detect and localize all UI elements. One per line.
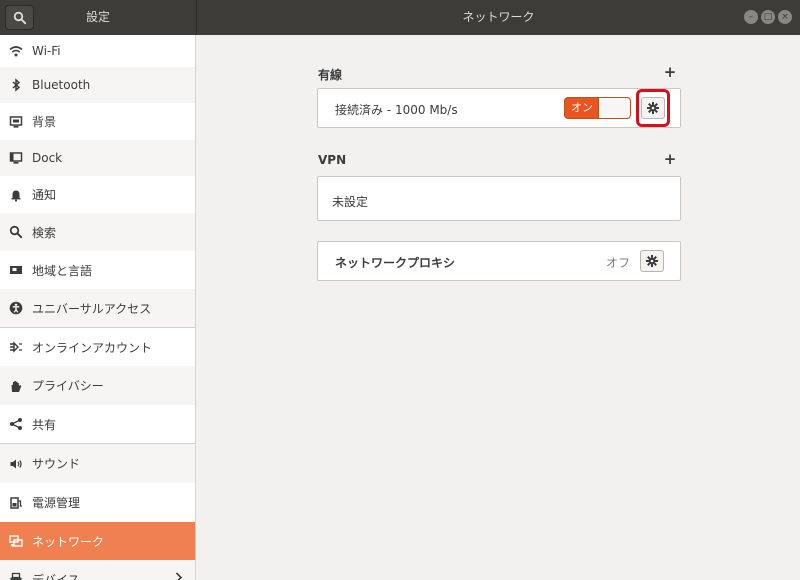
add-vpn-button[interactable]: + (662, 150, 678, 168)
maximize-icon[interactable]: □ (761, 10, 775, 24)
sidebar: Wi-Fi Bluetooth 背景 Dock 通知 検索 地域と言語 ユニバー… (0, 35, 196, 580)
vpn-status: 未設定 (332, 195, 369, 209)
sidebar-item-notifications[interactable]: 通知 (0, 176, 195, 213)
sidebar-item-label: Bluetooth (32, 78, 91, 92)
wired-status: 接続済み - 1000 Mb/s (335, 103, 458, 117)
sidebar-item-network[interactable]: ネットワーク (0, 522, 195, 560)
proxy-title: ネットワークプロキシ (335, 256, 456, 270)
sidebar-item-label: デバイス (32, 572, 80, 580)
sidebar-item-label: オンラインアカウント (32, 340, 153, 355)
sidebar-item-dock[interactable]: Dock (0, 140, 195, 176)
wired-panel: 接続済み - 1000 Mb/s オン (317, 88, 681, 128)
add-wired-button[interactable]: + (662, 63, 678, 81)
sidebar-item-wifi[interactable]: Wi-Fi (0, 35, 195, 67)
sidebar-item-region[interactable]: 地域と言語 (0, 251, 195, 289)
highlight-marker (636, 89, 670, 127)
search-button[interactable] (5, 5, 34, 30)
switch-knob (598, 98, 630, 118)
sidebar-item-label: Dock (32, 151, 63, 165)
proxy-status: オフ (606, 256, 631, 270)
sidebar-item-label: 背景 (32, 115, 57, 129)
bell-icon (9, 188, 23, 202)
settings-title: 設定 (85, 10, 110, 24)
share-icon (9, 417, 23, 431)
vpn-panel: 未設定 (317, 176, 681, 221)
speaker-icon (9, 457, 23, 471)
plus-icon: + (663, 150, 677, 168)
sidebar-item-label: 電源管理 (32, 496, 81, 510)
main-content: 有線 + 接続済み - 1000 Mb/s オン VPN + 未設定 ネットワー… (197, 35, 800, 580)
dock-icon (9, 151, 23, 165)
sidebar-item-sharing[interactable]: 共有 (0, 405, 195, 443)
online-accounts-icon (9, 340, 23, 354)
sidebar-item-privacy[interactable]: プライバシー (0, 366, 195, 405)
proxy-panel[interactable]: ネットワークプロキシ オフ (317, 241, 681, 281)
sidebar-item-label: 共有 (32, 417, 57, 432)
printer-icon (9, 572, 23, 580)
search-icon (9, 225, 23, 239)
power-icon (9, 496, 23, 510)
sidebar-item-devices[interactable]: デバイス (0, 560, 195, 580)
wifi-icon (9, 44, 23, 58)
proxy-settings-button[interactable] (640, 250, 664, 272)
region-icon (9, 263, 23, 277)
accessibility-icon (9, 301, 23, 315)
wired-toggle-switch[interactable]: オン (564, 97, 631, 119)
sidebar-item-label: ユニバーサルアクセス (32, 301, 152, 316)
window-controls: – □ × (744, 10, 792, 24)
sidebar-item-background[interactable]: 背景 (0, 103, 195, 140)
sidebar-item-label: 地域と言語 (32, 263, 93, 278)
wired-section-title: 有線 (318, 68, 343, 82)
header-bar: 設定 ネットワーク – □ × (0, 0, 800, 35)
sidebar-item-label: 検索 (32, 225, 57, 240)
network-icon (9, 534, 23, 548)
sidebar-item-label: ネットワーク (32, 534, 105, 549)
sidebar-item-bluetooth[interactable]: Bluetooth (0, 67, 195, 103)
sidebar-item-label: Wi-Fi (32, 44, 61, 58)
bluetooth-icon (9, 78, 23, 92)
vpn-section-title: VPN (318, 153, 347, 167)
gear-icon (646, 255, 658, 267)
hand-icon (9, 379, 23, 393)
minimize-icon[interactable]: – (744, 10, 758, 24)
plus-icon: + (663, 63, 677, 81)
switch-on-label: オン (571, 101, 593, 114)
search-icon (13, 11, 26, 24)
sidebar-item-universal-access[interactable]: ユニバーサルアクセス (0, 289, 195, 327)
sidebar-item-power[interactable]: 電源管理 (0, 483, 195, 522)
sidebar-item-label: 通知 (32, 188, 57, 202)
sidebar-item-label: サウンド (32, 457, 81, 471)
background-icon (9, 115, 23, 129)
sidebar-item-sound[interactable]: サウンド (0, 444, 195, 483)
sidebar-item-search[interactable]: 検索 (0, 213, 195, 251)
chevron-right-icon (175, 572, 183, 580)
close-icon[interactable]: × (778, 10, 792, 24)
page-title: ネットワーク (462, 10, 535, 24)
sidebar-item-online-accounts[interactable]: オンラインアカウント (0, 328, 195, 366)
sidebar-item-label: プライバシー (32, 379, 104, 393)
